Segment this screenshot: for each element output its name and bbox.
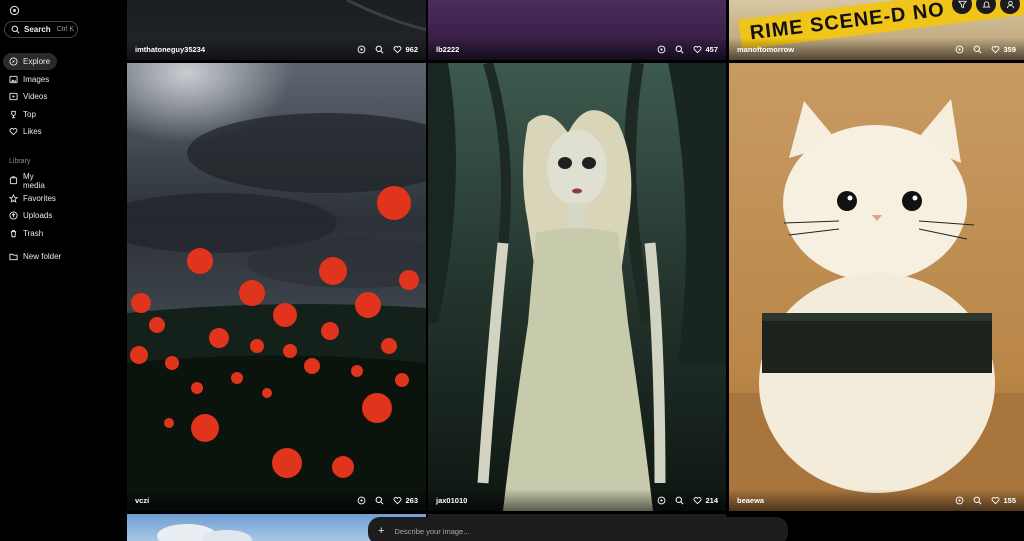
gallery-tile[interactable]: imthatoneguy35234 962 xyxy=(127,0,426,60)
heart-icon[interactable] xyxy=(693,45,702,54)
nav-item-trash[interactable]: Trash xyxy=(3,225,57,242)
search-icon[interactable] xyxy=(973,45,982,54)
search-icon[interactable] xyxy=(675,496,684,505)
tile-caption: imthatoneguy35234 962 xyxy=(127,38,426,60)
nav-item-videos[interactable]: Videos xyxy=(3,88,57,105)
library-section-label: Library xyxy=(9,158,31,165)
library-nav: My media Favorites Uploads Trash xyxy=(3,172,57,242)
search-icon[interactable] xyxy=(675,45,684,54)
new-folder-section: New folder xyxy=(3,248,73,266)
main-nav: Explore Images Videos Top Likes xyxy=(3,53,123,141)
like-count: 457 xyxy=(705,44,718,54)
sidebar: Search Ctrl K Explore Images Videos Top … xyxy=(0,0,126,541)
gallery-tile[interactable]: beaewa 155 xyxy=(729,63,1024,511)
heart-icon xyxy=(9,127,18,136)
new-folder-button[interactable]: New folder xyxy=(3,248,73,265)
heart-icon[interactable] xyxy=(393,496,402,505)
new-folder-label: New folder xyxy=(23,252,62,261)
like-count: 155 xyxy=(1003,495,1016,505)
heart-icon[interactable] xyxy=(991,496,1000,505)
tile-image xyxy=(127,63,426,511)
remix-icon[interactable] xyxy=(955,496,964,505)
video-icon xyxy=(9,92,18,101)
remix-icon[interactable] xyxy=(357,496,366,505)
tile-caption: lb2222 457 xyxy=(428,38,726,60)
tile-caption: manoftomorrow 359 xyxy=(729,38,1024,60)
user-icon xyxy=(1006,0,1014,8)
tile-username[interactable]: imthatoneguy35234 xyxy=(135,45,348,54)
tile-image xyxy=(428,63,726,511)
like-count: 359 xyxy=(1003,44,1016,54)
tile-username[interactable]: beaewa xyxy=(737,496,946,505)
search-shortcut: Ctrl K xyxy=(56,26,75,33)
nav-item-label: Top xyxy=(23,109,36,119)
trash-icon xyxy=(9,229,18,238)
gallery-tile[interactable]: vczi 263 xyxy=(127,63,426,511)
compass-icon xyxy=(9,57,18,66)
nav-item-favorites[interactable]: Favorites xyxy=(3,190,57,207)
nav-item-label: Explore xyxy=(23,57,51,66)
nav-item-images[interactable]: Images xyxy=(3,71,57,88)
remix-icon[interactable] xyxy=(657,496,666,505)
folder-plus-icon xyxy=(9,252,18,261)
search-label: Search xyxy=(24,25,51,34)
search-icon[interactable] xyxy=(375,496,384,505)
add-icon[interactable]: + xyxy=(378,525,384,537)
notifications-button[interactable] xyxy=(976,0,996,14)
nav-item-label: My media xyxy=(23,171,45,190)
nav-item-explore[interactable]: Explore xyxy=(3,53,57,70)
nav-item-top[interactable]: Top xyxy=(3,106,57,123)
like-count: 962 xyxy=(405,44,418,54)
tile-username[interactable]: manoftomorrow xyxy=(737,45,946,54)
nav-item-label: Favorites xyxy=(23,193,56,203)
nav-item-uploads[interactable]: Uploads xyxy=(3,207,57,224)
search-icon[interactable] xyxy=(973,496,982,505)
star-icon xyxy=(9,193,18,203)
heart-icon[interactable] xyxy=(393,45,402,54)
nav-item-likes[interactable]: Likes xyxy=(3,123,57,140)
nav-item-label: Likes xyxy=(23,127,42,136)
tile-username[interactable]: lb2222 xyxy=(436,45,648,54)
image-icon xyxy=(9,75,18,84)
tile-username[interactable]: jax01010 xyxy=(436,496,648,505)
top-actions xyxy=(952,0,1020,14)
gallery-tile[interactable]: lb2222 457 xyxy=(428,0,726,60)
like-count: 263 xyxy=(405,495,418,505)
tile-caption: beaewa 155 xyxy=(729,489,1024,511)
heart-icon[interactable] xyxy=(693,496,702,505)
app-logo-icon[interactable] xyxy=(9,3,20,16)
tile-username[interactable]: vczi xyxy=(135,496,348,505)
filter-icon xyxy=(957,0,967,8)
nav-item-label: Images xyxy=(23,74,50,84)
bell-icon xyxy=(981,0,991,7)
remix-icon[interactable] xyxy=(955,45,964,54)
search-icon[interactable] xyxy=(375,45,384,54)
tile-caption: jax01010 214 xyxy=(428,489,726,511)
nav-item-label: Trash xyxy=(23,228,44,238)
like-count: 214 xyxy=(705,495,718,505)
prompt-bar[interactable]: + Describe your image... xyxy=(368,517,788,541)
heart-icon[interactable] xyxy=(991,45,1000,54)
gallery-tile[interactable]: jax01010 214 xyxy=(428,63,726,511)
media-icon xyxy=(9,176,18,185)
remix-icon[interactable] xyxy=(657,45,666,54)
nav-item-label: Uploads xyxy=(23,211,53,220)
nav-item-my-media[interactable]: My media xyxy=(3,171,57,190)
tile-caption: vczi 263 xyxy=(127,489,426,511)
profile-button[interactable] xyxy=(1000,0,1020,14)
trophy-icon xyxy=(9,110,18,119)
search-icon xyxy=(11,25,20,34)
remix-icon[interactable] xyxy=(357,45,366,54)
prompt-placeholder[interactable]: Describe your image... xyxy=(394,527,469,536)
gallery-tile[interactable]: RIME SCENE-D NO manoftomorrow 359 xyxy=(729,0,1024,60)
nav-item-label: Videos xyxy=(23,92,48,101)
search-button[interactable]: Search Ctrl K xyxy=(4,21,78,38)
filter-button[interactable] xyxy=(952,0,972,14)
upload-icon xyxy=(9,211,18,220)
tile-image xyxy=(729,63,1024,511)
